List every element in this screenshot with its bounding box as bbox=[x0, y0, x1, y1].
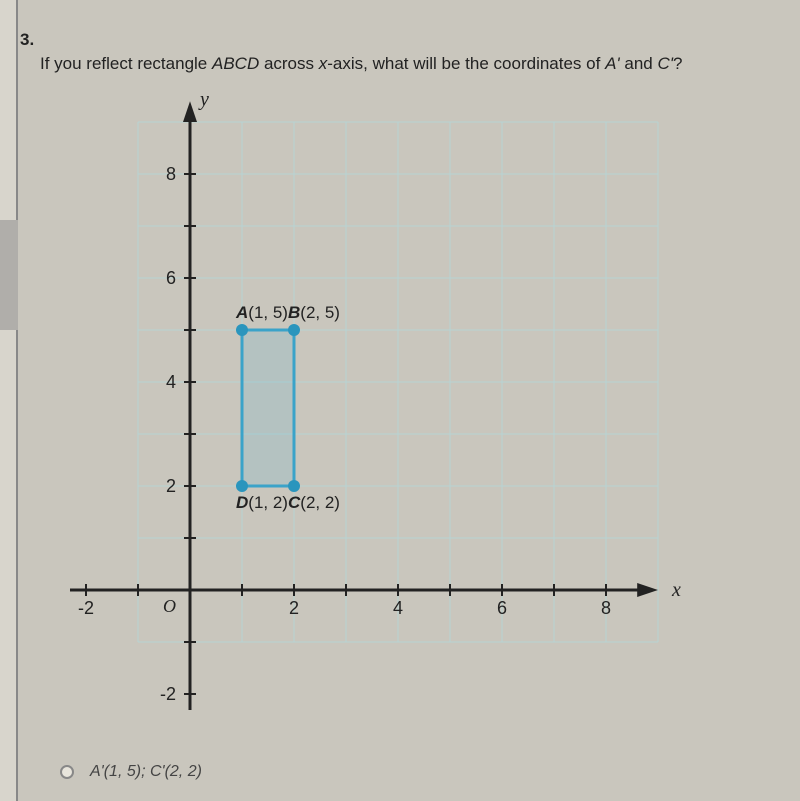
svg-text:4: 4 bbox=[393, 598, 403, 618]
coordinate-grid-chart: -2 2 4 6 8 -2 2 4 6 8 Ox y A(1, 5)B(2, 5) D(1, 2)C(2,… bbox=[70, 90, 730, 710]
svg-text:8: 8 bbox=[601, 598, 611, 618]
svg-text:D(1, 2): D(1, 2) bbox=[236, 493, 288, 512]
svg-text:2: 2 bbox=[166, 476, 176, 496]
svg-text:6: 6 bbox=[497, 598, 507, 618]
svg-text:A(1, 5): A(1, 5) bbox=[235, 303, 288, 322]
svg-text:-2: -2 bbox=[78, 598, 94, 618]
svg-text:O: O bbox=[163, 596, 176, 616]
svg-text:8: 8 bbox=[166, 164, 176, 184]
question-text: If you reflect rectangle ABCD across x-a… bbox=[40, 54, 780, 74]
svg-text:2: 2 bbox=[289, 598, 299, 618]
svg-text:y: y bbox=[198, 90, 209, 111]
radio-icon[interactable] bbox=[60, 765, 74, 779]
svg-text:x: x bbox=[671, 579, 681, 601]
svg-text:-2: -2 bbox=[160, 684, 176, 704]
svg-text:B(2, 5): B(2, 5) bbox=[288, 303, 340, 322]
chart-svg: -2 2 4 6 8 -2 2 4 6 8 Ox y A(1, 5)B(2, 5) D(1, 2)C(2,… bbox=[70, 90, 730, 710]
question-number: 3. bbox=[20, 30, 780, 50]
answer-option[interactable]: A'(1, 5); C'(2, 2) bbox=[60, 763, 202, 781]
question-block: 3. If you reflect rectangle ABCD across … bbox=[20, 30, 780, 74]
svg-text:6: 6 bbox=[166, 268, 176, 288]
answer-option-text: A'(1, 5); C'(2, 2) bbox=[90, 763, 202, 781]
svg-text:C(2, 2): C(2, 2) bbox=[288, 493, 340, 512]
svg-text:4: 4 bbox=[166, 372, 176, 392]
